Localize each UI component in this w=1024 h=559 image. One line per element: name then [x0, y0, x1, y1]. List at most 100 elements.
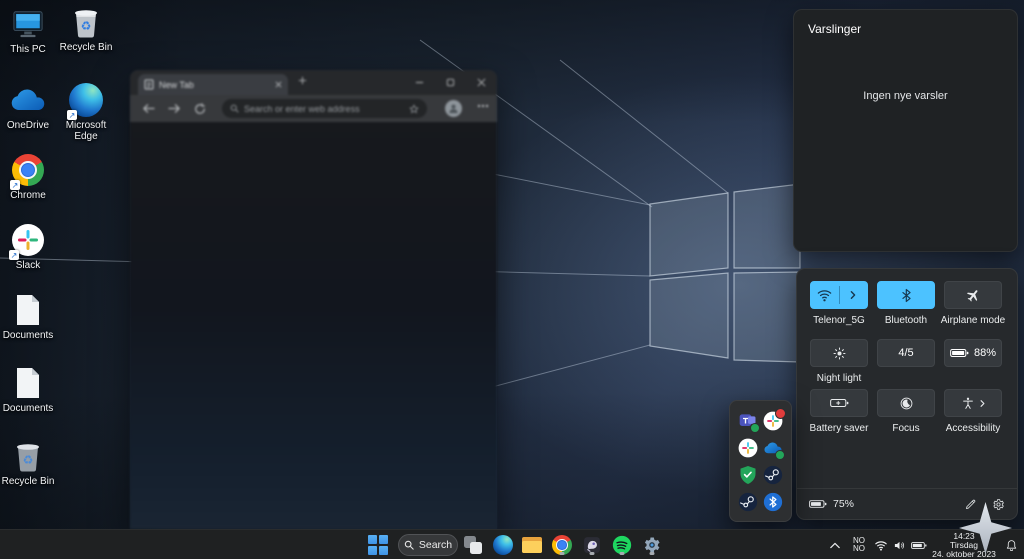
wifi-label: Telenor_5G	[810, 315, 868, 326]
steam-icon[interactable]	[738, 492, 758, 512]
desktop-icon-label: Chrome	[10, 190, 46, 201]
desktop-icon-documents-2[interactable]: Documents	[0, 365, 60, 414]
taskbar-settings[interactable]	[641, 534, 663, 556]
task-view-button[interactable]	[462, 534, 484, 556]
no-notifications-message: Ingen nye varsler	[794, 90, 1017, 102]
tray-chevron-up-icon[interactable]	[824, 542, 846, 549]
edge-browser-window[interactable]: New Tab Search or enter web address	[130, 70, 497, 529]
notification-panel: Varslinger Ingen nye varsler	[793, 9, 1018, 252]
tray-wifi-icon[interactable]	[872, 540, 890, 551]
desktop-icon-this-pc[interactable]: This PC	[0, 6, 60, 55]
taskbar-edge[interactable]	[492, 534, 514, 556]
notification-bell-icon[interactable]	[998, 539, 1024, 552]
desktop-icon-chrome[interactable]: ↗ Chrome	[0, 152, 60, 201]
wifi-button[interactable]	[810, 281, 868, 309]
battery-saver-label: Battery saver	[803, 423, 875, 434]
maximize-button[interactable]	[435, 78, 466, 87]
desktop-icon-recycle-bin-full[interactable]: ♻ Recycle Bin	[54, 4, 118, 53]
desktop-icon-documents-1[interactable]: Documents	[0, 292, 60, 341]
slack-icon[interactable]	[738, 438, 758, 458]
desktop-icon-edge[interactable]: ↗ Microsoft Edge	[54, 82, 118, 142]
favorites-star-icon[interactable]	[409, 104, 419, 114]
windows-security-icon[interactable]	[738, 465, 758, 485]
refresh-icon[interactable]	[187, 103, 213, 115]
forward-icon[interactable]	[161, 103, 187, 114]
tab-close-icon[interactable]	[275, 81, 282, 88]
desktop-icon-label: Documents	[3, 330, 54, 341]
desktop-icon-onedrive[interactable]: OneDrive	[0, 82, 60, 131]
task-view-icon	[464, 536, 482, 554]
taskbar-game-app[interactable]	[581, 534, 603, 556]
browser-toolbar: Search or enter web address	[130, 95, 497, 122]
windows-logo-icon	[368, 535, 388, 555]
focus-label: Focus	[877, 423, 935, 434]
search-icon	[404, 540, 414, 550]
browser-titlebar[interactable]: New Tab	[130, 70, 497, 95]
desktop-icon-label: Recycle Bin	[2, 476, 55, 487]
onedrive-icon[interactable]	[763, 438, 783, 458]
battery-saver-button[interactable]	[810, 389, 868, 417]
battery-icon	[950, 348, 969, 358]
running-indicator	[620, 552, 625, 555]
unread-badge	[775, 408, 786, 419]
folder-icon	[522, 537, 542, 553]
accessibility-label: Accessibility	[937, 423, 1009, 434]
new-tab-button[interactable]	[298, 76, 307, 85]
tray-overflow-popup	[729, 400, 792, 522]
focus-button[interactable]	[877, 389, 935, 417]
taskbar-chrome[interactable]	[551, 534, 573, 556]
desktop-icon-slack[interactable]: ↗ Slack	[0, 222, 60, 271]
taskbar-spotify[interactable]	[611, 534, 633, 556]
minimize-button[interactable]	[404, 78, 435, 87]
notification-panel-title: Varslinger	[808, 22, 861, 36]
tab-favicon-icon	[144, 79, 154, 90]
profile-avatar[interactable]	[445, 100, 462, 117]
close-button[interactable]	[466, 78, 497, 87]
bluetooth-tray-icon[interactable]	[763, 492, 783, 512]
start-button[interactable]	[367, 534, 389, 556]
address-bar[interactable]: Search or enter web address	[222, 99, 427, 118]
recycle-bin-icon: ♻	[13, 438, 43, 474]
tray-volume-icon[interactable]	[890, 539, 908, 552]
desktop-icon-recycle-bin-empty[interactable]: ♻ Recycle Bin	[0, 438, 60, 487]
wifi-icon[interactable]	[811, 282, 839, 308]
desktop-icon-label: Documents	[3, 403, 54, 414]
document-icon	[15, 292, 41, 328]
back-icon[interactable]	[135, 103, 161, 114]
slack-unread-icon[interactable]	[763, 411, 783, 431]
browser-menu-icon[interactable]	[477, 104, 489, 108]
airplane-mode-label: Airplane mode	[937, 315, 1009, 326]
onedrive-icon	[9, 82, 47, 118]
windows-desktop: This PC ♻ Recycle Bin OneDrive ↗ Microso…	[0, 0, 1024, 559]
desktop-icon-label: Slack	[16, 260, 40, 271]
brightness-level-button[interactable]: 4/5	[877, 339, 935, 367]
edge-icon	[493, 535, 513, 555]
airplane-mode-button[interactable]	[944, 281, 1002, 309]
browser-tab[interactable]: New Tab	[138, 74, 288, 95]
battery-level-button[interactable]: 88%	[944, 339, 1002, 367]
language-indicator[interactable]: NONO	[846, 537, 872, 553]
running-indicator	[560, 552, 565, 555]
steam-icon[interactable]	[763, 465, 783, 485]
taskbar-search[interactable]: Search	[398, 534, 458, 556]
language-line2: NO	[853, 544, 865, 553]
teams-icon[interactable]	[738, 411, 758, 431]
night-light-button[interactable]	[810, 339, 868, 367]
taskbar: Search NONO 14:23 Tirsdag 24. oktober 20…	[0, 529, 1024, 559]
accessibility-button[interactable]	[944, 389, 1002, 417]
battery-status-text: 75%	[833, 498, 854, 510]
edit-quick-settings-icon[interactable]	[964, 498, 977, 511]
sun-icon	[832, 346, 847, 361]
shortcut-arrow-icon: ↗	[9, 250, 19, 260]
desktop-icon-label: Microsoft Edge	[54, 120, 118, 142]
search-label: Search	[419, 539, 452, 551]
desktop-icon-label: Recycle Bin	[60, 42, 113, 53]
tray-battery-icon[interactable]	[908, 541, 930, 550]
wifi-expand-chevron-icon[interactable]	[840, 282, 868, 308]
bluetooth-button[interactable]	[877, 281, 935, 309]
recycle-bin-icon: ♻	[71, 4, 101, 40]
settings-gear-icon[interactable]	[992, 498, 1005, 511]
battery-status: 75%	[809, 498, 854, 510]
taskbar-file-explorer[interactable]	[521, 534, 543, 556]
desktop-icon-label: This PC	[10, 44, 46, 55]
